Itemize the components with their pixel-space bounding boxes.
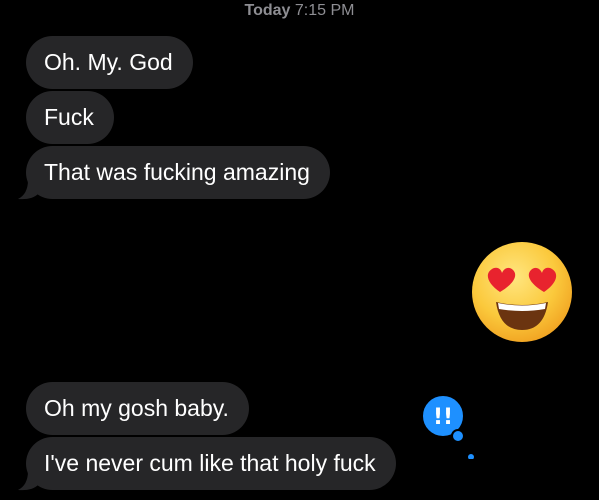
message-text: I've never cum like that holy fuck xyxy=(44,450,376,476)
heart-eyes-emoji-icon[interactable] xyxy=(470,240,574,344)
timestamp-time: 7:15 PM xyxy=(294,2,355,19)
incoming-message-bubble[interactable]: I've never cum like that holy fuck xyxy=(26,437,396,490)
bubble-tail-icon xyxy=(18,180,38,200)
reaction-glyph: !! xyxy=(433,405,453,430)
incoming-message-bubble[interactable]: Oh. My. God xyxy=(26,36,193,89)
message-text: Oh. My. God xyxy=(44,49,173,75)
incoming-message-bubble[interactable]: Fuck xyxy=(26,91,114,144)
conversation-timestamp: Today 7:15 PM xyxy=(0,2,599,20)
incoming-message-bubble[interactable]: Oh my gosh baby. xyxy=(26,382,249,435)
message-text: Oh my gosh baby. xyxy=(44,395,229,421)
message-text: That was fucking amazing xyxy=(44,159,310,185)
emphasis-reaction-icon[interactable]: !! xyxy=(420,393,478,459)
timestamp-day: Today xyxy=(244,2,291,19)
bubble-tail-icon xyxy=(18,471,38,491)
message-text: Fuck xyxy=(44,104,94,130)
incoming-message-bubble[interactable]: That was fucking amazing xyxy=(26,146,330,199)
